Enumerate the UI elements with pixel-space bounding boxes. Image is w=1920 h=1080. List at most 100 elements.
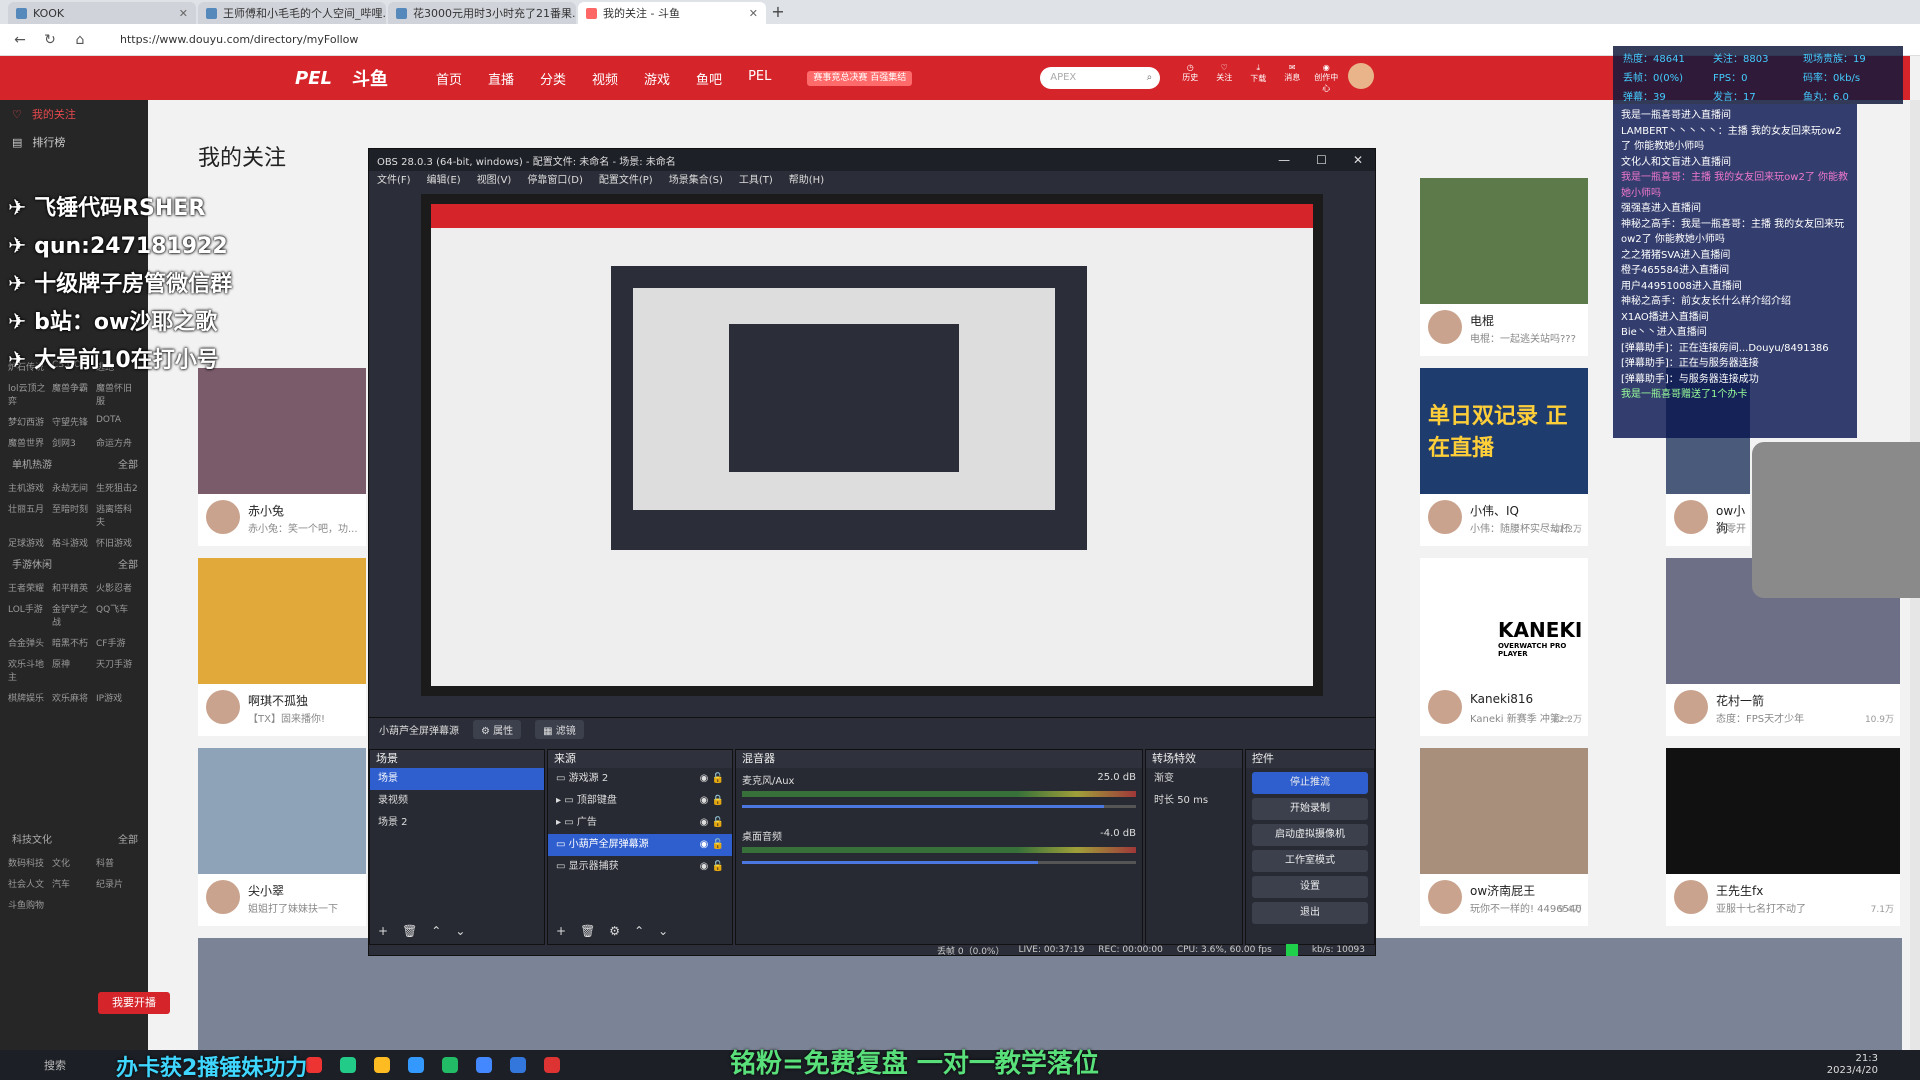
- douyu-logo[interactable]: 斗鱼: [352, 65, 388, 91]
- start-recording-button[interactable]: 开始录制: [1252, 798, 1368, 820]
- trash-icon[interactable]: 🗑: [580, 924, 595, 938]
- transition-duration[interactable]: 时长 50 ms: [1146, 790, 1242, 812]
- source-item[interactable]: ▸ ▭ 顶部键盘 ◉ 🔒: [548, 790, 732, 812]
- category-link[interactable]: 斗鱼购物: [8, 898, 52, 911]
- category-link[interactable]: 命运方舟: [96, 436, 140, 449]
- streamer-name[interactable]: 啊琪不孤独: [248, 692, 308, 709]
- source-item[interactable]: ▭ 游戏源 2 ◉ 🔓: [548, 768, 732, 790]
- stream-thumbnail[interactable]: [198, 558, 366, 684]
- stream-card[interactable]: 啊琪不孤独 【TX】固来播你!: [198, 558, 366, 736]
- avatar[interactable]: [1674, 500, 1708, 534]
- category-link[interactable]: LOL手游: [8, 602, 52, 628]
- category-link[interactable]: 文化: [52, 856, 96, 869]
- arrow-down-icon[interactable]: ⌄: [658, 924, 668, 938]
- app-icon[interactable]: [340, 1057, 356, 1073]
- arrow-up-icon[interactable]: ⌃: [431, 924, 441, 938]
- avatar[interactable]: [1428, 500, 1462, 534]
- category-link[interactable]: 魔兽世界: [8, 436, 52, 449]
- taskbar-search[interactable]: 搜索: [44, 1057, 66, 1073]
- settings-button[interactable]: 设置: [1252, 876, 1368, 898]
- stream-thumbnail[interactable]: [198, 368, 366, 494]
- filters-button[interactable]: ▦ 滤镜: [535, 720, 584, 739]
- app-icon[interactable]: [476, 1057, 492, 1073]
- category-link[interactable]: lol云顶之弈: [8, 381, 52, 407]
- nav-live[interactable]: 直播: [488, 69, 514, 88]
- nav-pel[interactable]: PEL: [748, 69, 771, 88]
- trash-icon[interactable]: 🗑: [402, 924, 417, 938]
- follow-button[interactable]: ♡ 关注: [1212, 63, 1236, 94]
- history-button[interactable]: ◷ 历史: [1178, 63, 1202, 94]
- app-icon[interactable]: [510, 1057, 526, 1073]
- stream-card[interactable]: 电棍 电棍：一起逃关站吗???: [1420, 178, 1588, 356]
- eye-icon[interactable]: ◉ 🔓: [700, 856, 732, 878]
- back-icon[interactable]: ←: [10, 32, 30, 48]
- category-link[interactable]: DOTA: [96, 415, 140, 428]
- obs-icon[interactable]: [544, 1057, 560, 1073]
- download-button[interactable]: ⤓ 下载: [1246, 63, 1270, 94]
- app-icon[interactable]: [306, 1057, 322, 1073]
- add-icon[interactable]: +: [378, 924, 388, 938]
- category-link[interactable]: 汽车: [52, 877, 96, 890]
- stream-card[interactable]: 赤小兔 赤小兔：笑一个吧，功...: [198, 368, 366, 546]
- add-icon[interactable]: +: [556, 924, 566, 938]
- stop-streaming-button[interactable]: 停止推流: [1252, 772, 1368, 794]
- avatar[interactable]: [1674, 690, 1708, 724]
- stream-thumbnail[interactable]: [1666, 748, 1900, 874]
- category-link[interactable]: 魔兽怀旧服: [96, 381, 140, 407]
- search-icon[interactable]: ⌕: [1147, 67, 1153, 89]
- volume-slider[interactable]: [742, 805, 1136, 808]
- category-link[interactable]: 棋牌娱乐: [8, 691, 52, 704]
- app-icon[interactable]: [408, 1057, 424, 1073]
- nav-home[interactable]: 首页: [436, 69, 462, 88]
- go-live-button[interactable]: 我要开播: [98, 992, 170, 1014]
- stream-thumbnail[interactable]: 单日双记录 正在直播: [1420, 368, 1588, 494]
- minimize-icon[interactable]: —: [1278, 153, 1290, 167]
- arrow-up-icon[interactable]: ⌃: [634, 924, 644, 938]
- streamer-name[interactable]: 花村一箭: [1716, 692, 1764, 709]
- virtual-camera-button[interactable]: 启动虚拟摄像机: [1252, 824, 1368, 846]
- taskbar-clock[interactable]: 21:3 2023/4/20: [1827, 1053, 1878, 1077]
- exit-button[interactable]: 退出: [1252, 902, 1368, 924]
- stream-thumbnail[interactable]: [1420, 178, 1588, 304]
- category-link[interactable]: 社会人文: [8, 877, 52, 890]
- transition-select[interactable]: 渐变: [1146, 768, 1242, 790]
- volume-slider[interactable]: [742, 861, 1136, 864]
- category-link[interactable]: 逃离塔科夫: [96, 502, 140, 528]
- category-link[interactable]: 生死狙击2: [96, 481, 140, 494]
- category-link[interactable]: 原神: [52, 657, 96, 683]
- category-link[interactable]: 足球游戏: [8, 536, 52, 549]
- source-item[interactable]: ▭ 小葫芦全屏弹幕源 ◉ 🔓: [548, 834, 732, 856]
- streamer-name[interactable]: 电棍: [1470, 312, 1494, 329]
- stream-thumbnail[interactable]: KANEKI OVERWATCH PRO PLAYER: [1420, 558, 1588, 684]
- close-icon[interactable]: ✕: [749, 7, 758, 20]
- arrow-down-icon[interactable]: ⌄: [455, 924, 465, 938]
- browser-tab-video[interactable]: 花3000元用时3小时充了21番果...✕: [388, 2, 576, 24]
- category-link[interactable]: 暗黑不朽: [52, 636, 96, 649]
- nav-video[interactable]: 视频: [592, 69, 618, 88]
- category-link[interactable]: 剑网3: [52, 436, 96, 449]
- properties-button[interactable]: ⚙ 属性: [473, 720, 522, 739]
- sidebar-item-follow[interactable]: ♡ 我的关注: [0, 100, 148, 128]
- scene-item[interactable]: 录视频: [370, 790, 544, 812]
- category-link[interactable]: 纪录片: [96, 877, 140, 890]
- streamer-name[interactable]: ow济南屁王: [1470, 882, 1535, 899]
- streamer-name[interactable]: 小伟、IQ: [1470, 502, 1519, 519]
- streamer-name[interactable]: 赤小兔: [248, 502, 284, 519]
- scene-item[interactable]: 场景: [370, 768, 544, 790]
- category-link[interactable]: 守望先锋: [52, 415, 96, 428]
- stream-card[interactable]: 单日双记录 正在直播 小伟、IQ 小伟：随腰杯实尽劫杯... 41.2万: [1420, 368, 1588, 546]
- category-link[interactable]: 欢乐斗地主: [8, 657, 52, 683]
- category-link[interactable]: 永劫无间: [52, 481, 96, 494]
- stream-card[interactable]: KANEKI OVERWATCH PRO PLAYER Kaneki816 Kanek…: [1420, 558, 1588, 736]
- avatar[interactable]: [1348, 62, 1375, 89]
- category-link[interactable]: 梦幻西游: [8, 415, 52, 428]
- creator-button[interactable]: ◉ 创作中心: [1314, 63, 1338, 94]
- category-link[interactable]: 主机游戏: [8, 481, 52, 494]
- menu-scene-collection[interactable]: 场景集合(S): [669, 171, 723, 189]
- category-link[interactable]: 科普: [96, 856, 140, 869]
- studio-mode-button[interactable]: 工作室模式: [1252, 850, 1368, 872]
- streamer-name[interactable]: Kaneki816: [1470, 692, 1533, 706]
- scene-item[interactable]: 场景 2: [370, 812, 544, 834]
- reload-icon[interactable]: ↻: [40, 32, 60, 48]
- category-link[interactable]: CF手游: [96, 636, 140, 649]
